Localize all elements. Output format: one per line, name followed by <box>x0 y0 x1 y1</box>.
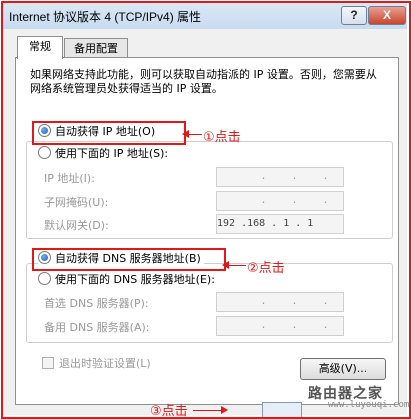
watermark-url: www.luyouqi.com <box>328 400 410 410</box>
window-title: Internet 协议版本 4 (TCP/IPv4) 属性 <box>9 10 202 24</box>
default-gateway-label: 默认网关(D): <box>44 219 109 232</box>
close-button[interactable]: X <box>368 6 406 25</box>
title-bar: Internet 协议版本 4 (TCP/IPv4) 属性 ? X <box>3 3 407 29</box>
radio-manual-dns[interactable]: 使用下面的 DNS 服务器地址(E): <box>38 272 218 288</box>
annotation-step1: ①点击 <box>203 130 241 145</box>
alternate-dns-label: 备用 DNS 服务器(A): <box>44 321 150 334</box>
tab-alternate-config[interactable]: 备用配置 <box>64 38 128 59</box>
highlight-box-auto-ip <box>32 121 186 145</box>
subnet-mask-field[interactable]: ... <box>216 191 344 211</box>
annotation-step3: ③点击 <box>150 404 188 419</box>
radio-unselected-icon <box>38 146 51 159</box>
annotation-arrowhead-1 <box>182 130 189 138</box>
ip-address-label: IP 地址(I): <box>44 172 95 185</box>
validate-checkbox-label: 退出时验证设置(L) <box>59 357 151 370</box>
annotation-step2: ②点击 <box>247 261 285 276</box>
ip-address-field[interactable]: ... <box>216 167 344 187</box>
validate-checkbox[interactable] <box>42 357 54 369</box>
description-text: 如果网络支持此功能，则可以获取自动指派的 IP 设置。否则，您需要从网络系统管理… <box>30 68 377 95</box>
preferred-dns-label: 首选 DNS 服务器(P): <box>44 297 149 310</box>
annotation-arrowhead-3 <box>221 406 228 414</box>
highlight-box-auto-dns <box>32 248 226 271</box>
radio-manual-dns-label: 使用下面的 DNS 服务器地址(E): <box>55 273 215 286</box>
tab-general[interactable]: 常规 <box>17 36 63 59</box>
radio-manual-ip-label: 使用下面的 IP 地址(S): <box>55 147 169 160</box>
ok-button-partial[interactable] <box>262 402 302 417</box>
default-gateway-field[interactable]: 192 .168 . 1 . 1 <box>216 214 344 234</box>
radio-manual-ip[interactable]: 使用下面的 IP 地址(S): <box>38 146 172 162</box>
subnet-mask-label: 子网掩码(U): <box>44 196 109 209</box>
advanced-button[interactable]: 高级(V)... <box>300 358 386 380</box>
alternate-dns-field[interactable]: ... <box>216 316 344 336</box>
annotation-arrow-3 <box>193 410 223 411</box>
help-button[interactable]: ? <box>341 6 367 25</box>
annotation-arrowhead-2 <box>222 261 229 269</box>
radio-unselected-icon <box>38 272 51 285</box>
preferred-dns-field[interactable]: ... <box>216 292 344 312</box>
